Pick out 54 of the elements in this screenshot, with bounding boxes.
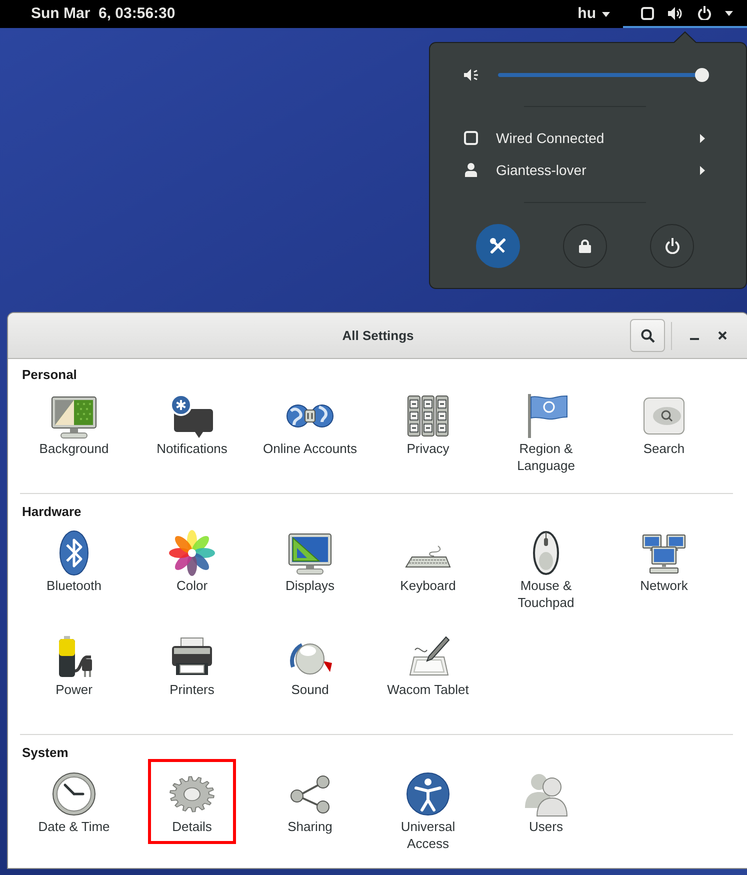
lock-icon [579, 239, 591, 253]
user-icon [464, 163, 478, 177]
settings-panel-button[interactable]: Sound [258, 633, 362, 715]
tools-icon [489, 237, 507, 255]
caret-right-icon [700, 134, 705, 142]
settings-panel-button[interactable]: Region & Language [494, 392, 598, 474]
clock-button[interactable]: Sun Mar 6, 03:56:30 [31, 5, 176, 23]
lock-button[interactable] [563, 224, 607, 268]
window-title: All Settings [342, 326, 414, 345]
caret-right-icon [700, 166, 705, 174]
network-icon [641, 6, 654, 20]
search-icon [640, 328, 654, 342]
section-title: Personal [21, 366, 78, 383]
caret-down-icon [725, 10, 733, 16]
settings-panel-button[interactable]: Search [612, 392, 716, 474]
settings-panel-button[interactable]: Power [22, 633, 126, 715]
caret-down-icon [602, 12, 610, 16]
clock-icon [50, 770, 98, 818]
settings-panel-button[interactable]: Keyboard [376, 529, 480, 611]
settings-panel-button[interactable]: Sharing [258, 770, 362, 852]
settings-panel-button[interactable]: Notifications [140, 392, 244, 474]
settings-panel-button[interactable]: Universal Access [376, 770, 480, 852]
settings-panel-button[interactable]: Wacom Tablet [376, 633, 480, 715]
accessibility-icon [404, 770, 452, 818]
settings-panel-button[interactable]: Details [140, 770, 244, 852]
input-source-button[interactable]: hu [578, 5, 610, 23]
settings-panel-button[interactable]: Printers [140, 633, 244, 715]
menu-item[interactable]: Giantess-lover [450, 154, 726, 186]
flower-icon [168, 529, 216, 577]
power-icon [664, 238, 680, 254]
settings-panel-button[interactable]: Displays [258, 529, 362, 611]
settings-panel-button[interactable]: Privacy [376, 392, 480, 474]
volume-icon [668, 6, 682, 20]
volume-slider[interactable] [498, 68, 709, 82]
settings-panel-button[interactable]: Network [612, 529, 716, 611]
settings-button[interactable] [476, 224, 520, 268]
settings-panel-button[interactable]: Date & Time [22, 770, 126, 852]
network-icon [464, 131, 478, 145]
minimize-icon [690, 338, 698, 340]
settings-panel-button[interactable]: Background [22, 392, 126, 474]
settings-panel-button[interactable]: Bluetooth [22, 529, 126, 611]
settings-panel-button[interactable]: Online Accounts [258, 392, 362, 474]
settings-panel-button[interactable]: Users [494, 770, 598, 852]
power-off-button[interactable] [650, 224, 694, 268]
speaker-icon [464, 68, 478, 82]
settings-panel-button[interactable]: Color [140, 529, 244, 611]
settings-panel-button[interactable]: Mouse & Touchpad [494, 529, 598, 611]
menu-item[interactable]: Wired Connected [450, 122, 726, 154]
power-icon [698, 6, 711, 20]
slider-thumb[interactable] [695, 68, 709, 82]
search-button[interactable] [630, 319, 665, 352]
section-title: System [21, 744, 70, 761]
close-icon [718, 331, 726, 340]
section-title: Hardware [21, 503, 82, 520]
